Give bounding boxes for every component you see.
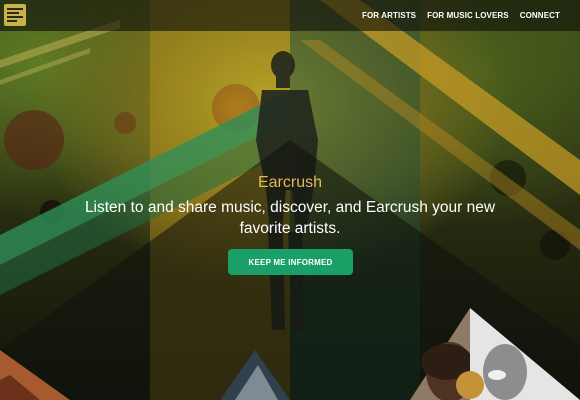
main-nav: FOR ARTISTS FOR MUSIC LOVERS CONNECT [351,0,560,31]
top-navigation: FOR ARTISTS FOR MUSIC LOVERS CONNECT [0,0,580,31]
stacked-lines-logo-icon[interactable] [4,4,26,26]
keep-me-informed-button[interactable]: KEEP ME INFORMED [228,249,353,275]
nav-link-for-music-lovers[interactable]: FOR MUSIC LOVERS [427,11,509,20]
nav-link-connect[interactable]: CONNECT [520,11,560,20]
brand-name: Earcrush [257,174,323,191]
nav-link-for-artists[interactable]: FOR ARTISTS [362,11,416,20]
hero-tagline: Listen to and share music, discover, and… [84,199,496,237]
hero-section: FOR ARTISTS FOR MUSIC LOVERS CONNECT Ear… [0,0,580,400]
